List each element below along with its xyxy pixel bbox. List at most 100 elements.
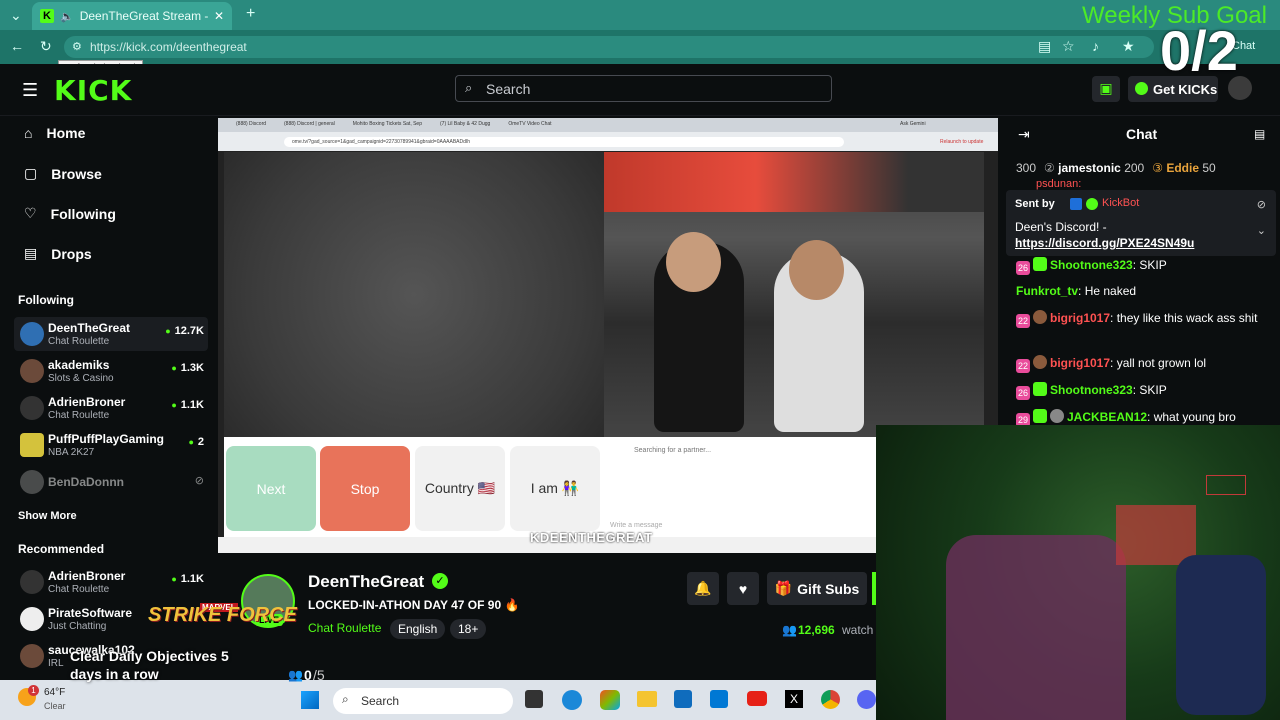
stop-button[interactable]: Stop [320,446,410,531]
site-info-icon[interactable]: ⚙ [72,40,82,53]
vip-badge-icon [1033,257,1047,271]
search-icon: ⌕ [342,692,349,706]
tag-18plus[interactable]: 18+ [450,619,487,639]
chat-text: SKIP [1139,383,1167,397]
follow-heart-icon[interactable]: ♥ [727,572,759,605]
chat-username[interactable]: Shootnone323 [1050,383,1133,397]
sidebar-channel-akademiks[interactable]: akademiks Slots & Casino 1.3K [14,354,208,388]
discord-link[interactable]: https://discord.gg/PXE24SN49u [1015,236,1194,250]
show-more-link[interactable]: Show More [18,510,77,522]
browser-tab[interactable]: K 🔈 DeenTheGreat Stream - Watch ✕ [32,2,232,30]
viewers-icon: 👥 [782,623,797,637]
ask-gemini-label: Ask Gemini [900,121,926,127]
pinned-message[interactable]: Sent by KickBot Deen's Discord! - https:… [1006,190,1276,256]
store-icon[interactable] [674,690,692,708]
sidebar-channel-adrienbroner[interactable]: AdrienBroner Chat Roulette 1.1K [14,391,208,425]
speaker-icon[interactable]: 🔈 [60,10,74,23]
edge-icon[interactable] [562,690,582,710]
gift-subs-button[interactable]: 🎁 Gift Subs [767,572,867,605]
refresh-icon[interactable]: ↻ [40,38,52,55]
collapse-chat-icon[interactable]: ⇥ [1018,126,1030,143]
objective-progress: 0 [304,667,312,683]
outlook-icon[interactable] [710,690,728,708]
country-button[interactable]: Country 🇺🇸 [415,446,505,531]
avatar [20,570,44,594]
new-tab-icon[interactable]: + [246,5,255,23]
chat-username[interactable]: bigrig1017 [1050,311,1110,325]
menu-icon[interactable]: ☰ [22,80,38,101]
category-link[interactable]: Chat Roulette [308,621,381,635]
sidebar-channel-deenthegreat[interactable]: DeenTheGreat Chat Roulette 12.7K [14,317,208,351]
chat-username[interactable]: Shootnone323 [1050,258,1133,272]
gift-icon: ▤ [24,245,38,261]
chat-username[interactable]: JACKBEAN12 [1067,410,1147,424]
nav-browse[interactable]: ▢ Browse [24,165,102,182]
viewer-count: 2 [188,436,204,448]
viewer-count: 1.3K [171,362,204,374]
bell-icon[interactable]: 🔔 [687,572,719,605]
extensions-icon[interactable]: ♪ [1092,38,1099,54]
tag-english[interactable]: English [390,619,446,639]
kick-store-icon[interactable]: ▣ [1092,76,1120,102]
chrome-icon[interactable] [821,690,840,709]
channel-category: Chat Roulette [48,584,110,595]
chevron-down-icon[interactable]: ⌄ [1257,224,1266,237]
verified-icon: ✓ [432,573,448,589]
favorite-icon[interactable]: ☆ [1062,38,1075,55]
youtube-icon[interactable] [747,691,767,706]
channel-name[interactable]: DeenTheGreat [308,572,424,592]
avatar [20,396,44,420]
discord-icon[interactable] [857,690,876,709]
roulette-chat-panel: Searching for a partner... Write a messa… [604,437,877,537]
kick-favicon-icon: K [40,9,54,23]
tab-title: DeenTheGreat Stream - Watch [79,9,208,23]
viewer-count: 12,696 [798,623,835,637]
taskview-icon[interactable] [525,690,543,708]
chat-users-icon[interactable]: ▤ [1254,127,1265,141]
unpin-icon[interactable]: ⊘ [1257,198,1266,211]
taskbar-search[interactable]: Search [333,688,513,714]
windows-start-icon[interactable] [301,691,319,709]
copilot-icon[interactable] [600,690,620,710]
objective-users-icon: 👥 [288,668,303,682]
message-input[interactable]: Write a message [610,522,662,529]
stream-tab: OmeTV Video Chat [508,121,552,127]
sub-badge: 22 [1016,359,1030,373]
sub-badge: 22 [1016,314,1030,328]
nav-following[interactable]: ♡ Following [24,205,116,222]
close-tab-icon[interactable]: ✕ [214,9,224,23]
chat-username[interactable]: bigrig1017 [1050,356,1110,370]
viewer-count: 12.7K [165,325,204,337]
webcam-feed [604,152,984,437]
sidebar-channel-bendadonnn[interactable]: BenDaDonnn ⊘ [14,465,208,499]
gender-button[interactable]: I am 👫 [510,446,600,531]
stream-tab: Mohito Boxing Tickets Sat, Sep [352,121,422,127]
chat-message: 26 Shootnone323: SKIP [1016,382,1167,400]
kicks-coin-icon [1135,82,1148,95]
chat-text: they like this wack ass shit [1116,311,1258,325]
url-field[interactable]: https://kick.com/deenthegreat [64,36,1154,58]
kick-logo[interactable]: KICK [54,74,132,107]
nav-drops[interactable]: ▤ Drops [24,245,92,262]
home-icon: ⌂ [24,125,33,141]
file-explorer-icon[interactable] [637,691,657,707]
browse-icon: ▢ [24,165,38,181]
tab-list-icon[interactable]: ⌄ [10,7,22,24]
search-input[interactable]: Search [455,75,832,102]
avatar-badge-icon [1033,355,1047,369]
channel-name: PuffPuffPlayGaming [48,432,165,446]
nav-home[interactable]: ⌂ Home [24,125,85,141]
avatar [20,607,44,631]
chat-username[interactable]: Funkrot_tv [1016,284,1078,298]
next-button[interactable]: Next [226,446,316,531]
sidebar-channel-puffpuffplaygaming[interactable]: PuffPuffPlayGaming NBA 2K27 2 [14,428,208,462]
back-icon[interactable]: ← [10,38,24,54]
x-app-icon[interactable]: X [785,690,803,708]
collections-icon[interactable]: ★ [1122,38,1135,55]
reader-icon[interactable]: ▤ [1038,38,1051,55]
chat-message: 26 Shootnone323: SKIP [1016,257,1167,275]
relaunch-label: Relaunch to update [940,139,984,145]
channel-category: IRL [48,658,64,669]
sidebar-recommended-adrienbroner[interactable]: AdrienBroner Chat Roulette 1.1K [14,565,208,599]
avatar-badge-icon [1050,409,1064,423]
